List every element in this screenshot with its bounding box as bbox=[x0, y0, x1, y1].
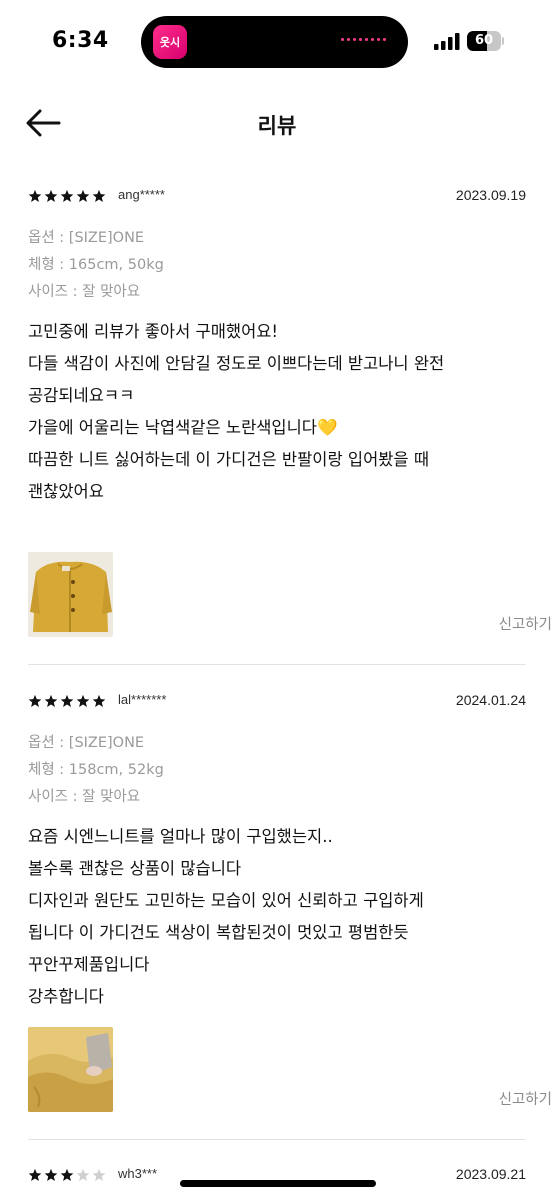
star-icon bbox=[76, 694, 90, 707]
star-icon bbox=[44, 189, 58, 202]
review-text-line: 고민중에 리뷰가 좋아서 구매했어요! bbox=[28, 322, 279, 341]
review-body-type: 체형 : 158cm, 52kg bbox=[28, 762, 164, 778]
star-icon bbox=[28, 1168, 42, 1181]
battery-level: 60 bbox=[474, 33, 494, 48]
reviewer-name: ang***** bbox=[118, 187, 165, 202]
review-text-line: 요즘 시엔느니트를 얼마나 많이 구입했는지.. bbox=[28, 827, 333, 846]
review-text-line: 공감되네요ㅋㅋ bbox=[28, 386, 135, 405]
review-card: lal******* 2024.01.24 옵션 : [SIZE]ONE 체형 … bbox=[28, 690, 526, 1013]
star-icon bbox=[60, 1168, 74, 1181]
review-photo[interactable] bbox=[28, 1027, 113, 1112]
home-indicator[interactable] bbox=[180, 1180, 376, 1187]
review-body-type: 체형 : 165cm, 50kg bbox=[28, 257, 164, 273]
cellular-signal-icon bbox=[434, 33, 460, 50]
review-size-fit: 사이즈 : 잘 맞아요 bbox=[28, 284, 141, 300]
reviewer-name: lal******* bbox=[118, 692, 167, 707]
page-title: 리뷰 bbox=[257, 114, 297, 138]
review-text-line: 괜찮았어요 bbox=[28, 482, 104, 501]
review-date: 2024.01.24 bbox=[455, 692, 526, 708]
review-text-line: 가을에 어울리는 낙엽색같은 노란색입니다💛 bbox=[28, 418, 338, 437]
star-icon bbox=[92, 694, 106, 707]
review-option: 옵션 : [SIZE]ONE bbox=[28, 230, 145, 246]
star-icon bbox=[44, 694, 58, 707]
review-text-line: 따끔한 니트 싫어하는데 이 가디건은 반팔이랑 입어봤을 때 bbox=[28, 450, 430, 469]
star-icon bbox=[44, 1168, 58, 1181]
review-divider bbox=[28, 1139, 526, 1140]
review-text: 요즘 시엔느니트를 얼마나 많이 구입했는지.. 볼수록 괜찮은 상품이 많습니… bbox=[28, 821, 526, 1013]
review-meta: 옵션 : [SIZE]ONE 체형 : 165cm, 50kg 사이즈 : 잘 … bbox=[28, 225, 526, 306]
review-date: 2023.09.19 bbox=[455, 187, 526, 203]
battery-icon: 60 bbox=[467, 31, 504, 51]
review-text-line: 꾸안꾸제품입니다 bbox=[28, 955, 150, 974]
review-divider bbox=[28, 664, 526, 665]
star-icon bbox=[60, 189, 74, 202]
status-time: 6:34 bbox=[52, 28, 109, 53]
review-text-line: 다들 색감이 사진에 안담길 정도로 이쁘다는데 받고나니 완전 bbox=[28, 354, 445, 373]
island-activity-indicator bbox=[341, 38, 386, 41]
star-rating bbox=[28, 694, 106, 708]
star-rating bbox=[28, 189, 106, 203]
report-button[interactable]: 신고하기 bbox=[499, 1088, 552, 1109]
review-date: 2023.09.21 bbox=[455, 1166, 526, 1182]
review-text: 고민중에 리뷰가 좋아서 구매했어요! 다들 색감이 사진에 안담길 정도로 이… bbox=[28, 316, 526, 508]
status-bar: 6:34 옷시 60 bbox=[0, 0, 554, 84]
dynamic-island[interactable]: 옷시 bbox=[141, 16, 408, 68]
review-text-line: 볼수록 괜찮은 상품이 많습니다 bbox=[28, 859, 242, 878]
star-icon bbox=[76, 1168, 90, 1181]
star-icon bbox=[92, 1168, 106, 1181]
island-app-icon[interactable]: 옷시 bbox=[153, 25, 187, 59]
reviewer-name: wh3*** bbox=[118, 1166, 158, 1181]
star-icon bbox=[60, 694, 74, 707]
review-meta: 옵션 : [SIZE]ONE 체형 : 158cm, 52kg 사이즈 : 잘 … bbox=[28, 730, 526, 811]
review-card: ang***** 2023.09.19 옵션 : [SIZE]ONE 체형 : … bbox=[28, 185, 526, 508]
star-rating bbox=[28, 1168, 106, 1182]
island-app-label: 옷시 bbox=[159, 35, 181, 49]
review-option: 옵션 : [SIZE]ONE bbox=[28, 735, 145, 751]
review-text-line: 강추합니다 bbox=[28, 987, 104, 1006]
star-icon bbox=[28, 694, 42, 707]
review-size-fit: 사이즈 : 잘 맞아요 bbox=[28, 789, 141, 805]
star-icon bbox=[28, 189, 42, 202]
star-icon bbox=[76, 189, 90, 202]
page-header: 리뷰 bbox=[0, 96, 554, 154]
review-text-line: 됩니다 이 가디건도 색상이 복합된것이 멋있고 평범한듯 bbox=[28, 923, 409, 942]
report-button[interactable]: 신고하기 bbox=[499, 613, 552, 634]
review-photo[interactable] bbox=[28, 552, 113, 637]
star-icon bbox=[92, 189, 106, 202]
review-text-line: 디자인과 원단도 고민하는 모습이 있어 신뢰하고 구입하게 bbox=[28, 891, 424, 910]
